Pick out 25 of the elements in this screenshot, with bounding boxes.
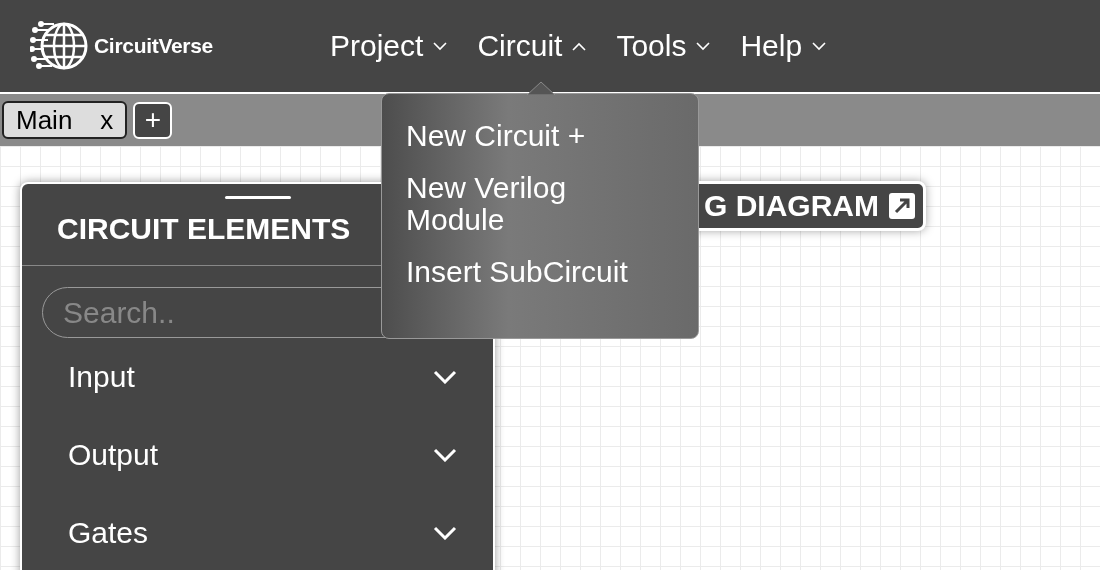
category-item[interactable]: Input xyxy=(22,338,493,416)
menu-item[interactable]: Tools xyxy=(614,29,719,63)
dropdown-item[interactable]: Insert SubCircuit xyxy=(406,256,646,288)
caret-icon xyxy=(433,41,448,51)
circuit-tab[interactable]: Main x xyxy=(2,101,128,139)
drag-handle[interactable] xyxy=(225,196,291,199)
menu-item[interactable]: Help xyxy=(738,29,835,63)
chevron-icon xyxy=(433,448,457,462)
panel-title: CIRCUIT ELEMENTS xyxy=(57,212,351,247)
caret-icon xyxy=(812,41,827,51)
add-tab-button[interactable]: + xyxy=(133,101,173,139)
menu-pointer-icon xyxy=(527,81,555,95)
chevron-icon xyxy=(433,526,457,540)
brand-name[interactable]: CircuitVerse xyxy=(94,34,213,58)
close-tab-button[interactable]: x xyxy=(100,104,114,136)
caret-icon xyxy=(572,41,587,51)
category-item[interactable]: Gates xyxy=(22,494,493,570)
caret-icon xyxy=(696,41,711,51)
dropdown-item[interactable]: New Circuit + xyxy=(406,120,646,152)
category-item[interactable]: Output xyxy=(22,416,493,494)
external-link-icon xyxy=(889,193,915,219)
menu-item[interactable]: Circuit xyxy=(475,29,595,63)
chevron-icon xyxy=(433,370,457,384)
menu-item[interactable]: Project xyxy=(328,29,456,63)
tab-label: Main xyxy=(16,104,73,136)
